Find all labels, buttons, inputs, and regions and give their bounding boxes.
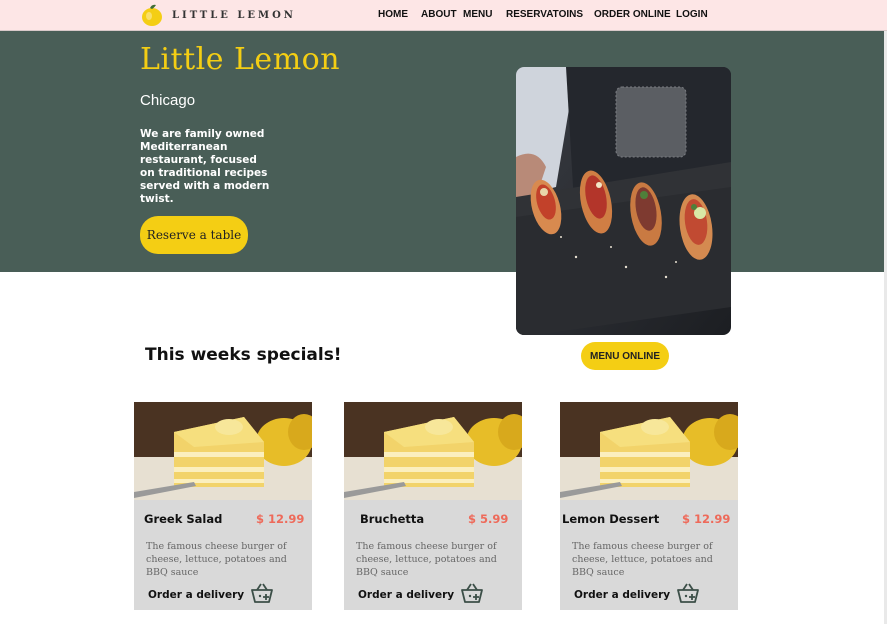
nav-menu[interactable]: MENU (463, 9, 492, 20)
nav-reservations[interactable]: RESERVATOINS (506, 9, 583, 20)
basket-add-icon[interactable] (250, 582, 274, 604)
specials-title: This weeks specials! (145, 345, 342, 365)
hero-section (0, 31, 884, 272)
dish-name: Lemon Dessert (562, 512, 660, 526)
special-card: Bruchetta $ 5.99 The famous cheese burge… (344, 402, 522, 610)
nav-home[interactable]: HOME (378, 9, 408, 20)
order-delivery-link[interactable]: Order a delivery (148, 589, 244, 601)
dish-image (560, 402, 738, 500)
menu-online-button[interactable]: MENU ONLINE (581, 342, 669, 370)
dish-description: The famous cheese burger of cheese, lett… (356, 541, 497, 578)
dish-price: $ 12.99 (256, 512, 305, 526)
basket-add-icon[interactable] (676, 582, 700, 604)
dish-description: The famous cheese burger of cheese, lett… (572, 541, 713, 578)
reserve-table-button[interactable]: Reserve a table (140, 216, 248, 254)
dish-price: $ 5.99 (468, 512, 509, 526)
order-delivery-link[interactable]: Order a delivery (574, 589, 670, 601)
special-card: Greek Salad $ 12.99 The famous cheese bu… (134, 402, 312, 610)
dish-name: Bruchetta (360, 512, 425, 526)
hero-description: We are family owned Mediterranean restau… (140, 128, 270, 205)
top-nav-bar: LITTLE LEMON HOME ABOUT MENU RESERVATOIN… (0, 0, 887, 31)
lemon-logo-icon (142, 4, 162, 26)
dish-image (344, 402, 522, 500)
hero-title: Little Lemon (140, 42, 341, 77)
order-delivery-link[interactable]: Order a delivery (358, 589, 454, 601)
hero-subtitle: Chicago (140, 92, 196, 109)
special-card: Lemon Dessert $ 12.99 The famous cheese … (560, 402, 738, 610)
dish-price: $ 12.99 (682, 512, 731, 526)
nav-login[interactable]: LOGIN (676, 9, 708, 20)
logo-text: LITTLE LEMON (172, 9, 296, 21)
dish-image (134, 402, 312, 500)
nav-order-online[interactable]: ORDER ONLINE (594, 9, 671, 20)
nav-about[interactable]: ABOUT (421, 9, 457, 20)
dish-name: Greek Salad (144, 512, 223, 526)
hero-image (516, 67, 731, 335)
logo[interactable]: LITTLE LEMON (140, 0, 296, 30)
basket-add-icon[interactable] (460, 582, 484, 604)
dish-description: The famous cheese burger of cheese, lett… (146, 541, 287, 578)
